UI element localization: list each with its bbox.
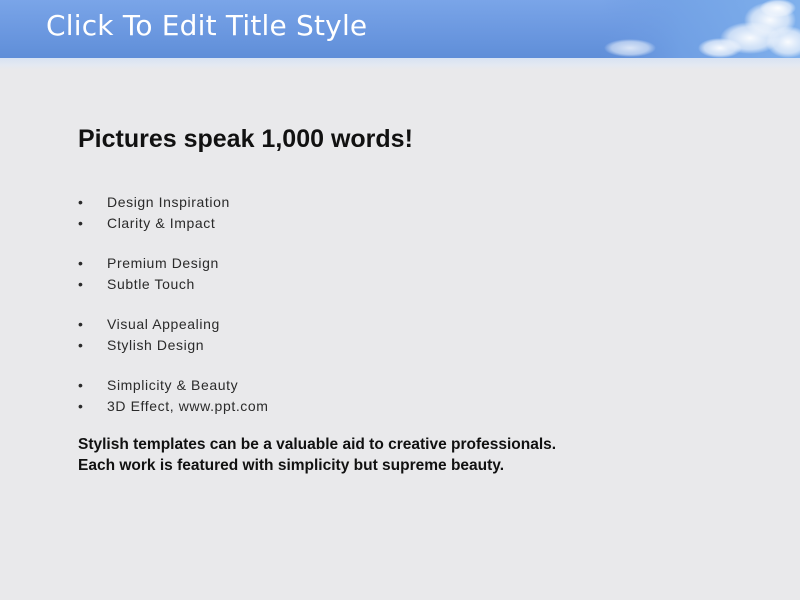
bullet-text: Simplicity & Beauty: [107, 377, 239, 393]
bullet-group-2: • Premium Design • Subtle Touch: [78, 253, 758, 294]
bullet-glyph: •: [78, 275, 84, 292]
bullet-item[interactable]: • Stylish Design: [78, 335, 758, 356]
slide-title[interactable]: Click To Edit Title Style: [46, 9, 367, 42]
bullet-text: Premium Design: [107, 255, 219, 271]
bullet-glyph: •: [78, 214, 84, 231]
bullet-text: Subtle Touch: [107, 275, 195, 292]
bullet-list: • Design Inspiration • Clarity & Impact • P…: [78, 192, 758, 416]
body-line: Each work is featured with simplicity bu…: [78, 457, 505, 474]
bullet-glyph: •: [78, 194, 84, 210]
bullet-item[interactable]: • Subtle Touch: [78, 274, 758, 295]
bullet-glyph: •: [78, 316, 84, 332]
bullet-item[interactable]: • Premium Design: [78, 253, 758, 274]
bullet-text: Visual Appealing: [107, 316, 220, 332]
bullet-text: 3D Effect, www.ppt.com: [107, 397, 269, 414]
body-line: Stylish templates can be a valuable aid …: [78, 436, 557, 453]
bullet-text: Stylish Design: [107, 336, 205, 353]
title-divider: [0, 58, 800, 70]
bullet-group-3: • Visual Appealing • Stylish Design: [78, 314, 758, 355]
body-paragraph[interactable]: Stylish templates can be a valuable aid …: [78, 434, 758, 476]
bullet-text: Clarity & Impact: [107, 214, 216, 231]
bullet-glyph: •: [78, 377, 84, 393]
bullet-glyph: •: [78, 336, 84, 353]
bullet-glyph: •: [78, 255, 84, 271]
bullet-group-4: • Simplicity & Beauty • 3D Effect, www.ppt…: [78, 375, 758, 416]
title-bar: Click To Edit Title Style: [0, 0, 800, 58]
bullet-item[interactable]: • Visual Appealing: [78, 314, 758, 335]
slide-content: Pictures speak 1,000 words! • Design Insp…: [78, 124, 758, 476]
cloud-decoration: [600, 0, 800, 58]
bullet-item[interactable]: • Simplicity & Beauty: [78, 375, 758, 396]
bullet-item[interactable]: • Design Inspiration: [78, 192, 758, 213]
slide-heading[interactable]: Pictures speak 1,000 words!: [78, 124, 758, 154]
bullet-glyph: •: [78, 397, 84, 414]
bullet-item[interactable]: • Clarity & Impact: [78, 213, 758, 234]
bullet-item[interactable]: • 3D Effect, www.ppt.com: [78, 396, 758, 417]
bullet-text: Design Inspiration: [107, 194, 230, 210]
bullet-group-1: • Design Inspiration • Clarity & Impact: [78, 192, 758, 233]
